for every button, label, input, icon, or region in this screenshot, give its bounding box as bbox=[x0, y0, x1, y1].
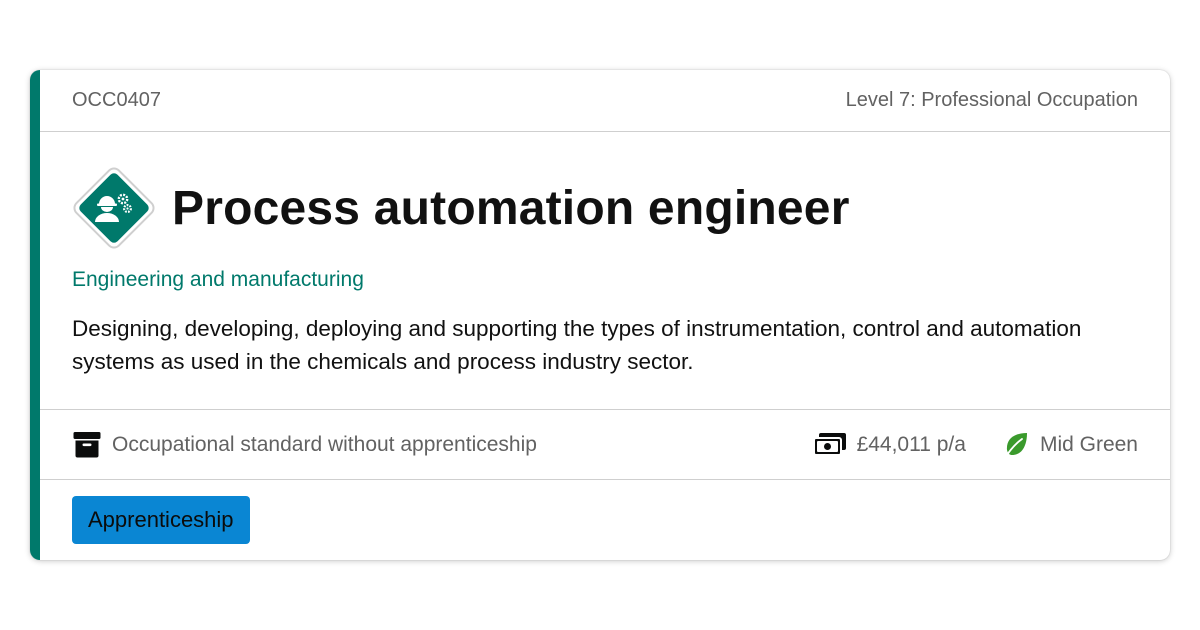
salary-label: £44,011 p/a bbox=[856, 432, 966, 456]
occupation-level: Level 7: Professional Occupation bbox=[845, 89, 1138, 111]
card-body: Process automation engineer Engineering … bbox=[40, 132, 1170, 410]
occupation-description: Designing, developing, deploying and sup… bbox=[72, 316, 1082, 374]
money-icon bbox=[812, 432, 846, 456]
green-rating: Mid Green bbox=[1002, 431, 1138, 459]
leaf-icon bbox=[1004, 432, 1027, 459]
occupation-code: OCC0407 bbox=[72, 89, 161, 111]
tag-row: Apprenticeship bbox=[40, 480, 1170, 560]
green-rating-label: Mid Green bbox=[1039, 432, 1138, 456]
occupation-card: OCC0407 Level 7: Professional Occupation bbox=[30, 70, 1170, 560]
standard-type: Occupational standard without apprentice… bbox=[72, 430, 537, 460]
route-label: Engineering and manufacturing bbox=[72, 268, 364, 291]
salary: £44,011 p/a bbox=[812, 431, 966, 459]
archive-box-icon bbox=[73, 431, 101, 457]
card-header: OCC0407 Level 7: Professional Occupation bbox=[40, 70, 1170, 132]
engineer-gears-icon bbox=[66, 160, 162, 256]
page-title: Process automation engineer bbox=[172, 181, 850, 235]
card-accent-bar bbox=[30, 70, 40, 560]
standard-type-label: Occupational standard without apprentice… bbox=[112, 432, 537, 456]
title-row: Process automation engineer bbox=[66, 160, 850, 256]
meta-row: Occupational standard without apprentice… bbox=[40, 410, 1170, 480]
apprenticeship-tag[interactable]: Apprenticeship bbox=[72, 496, 250, 544]
